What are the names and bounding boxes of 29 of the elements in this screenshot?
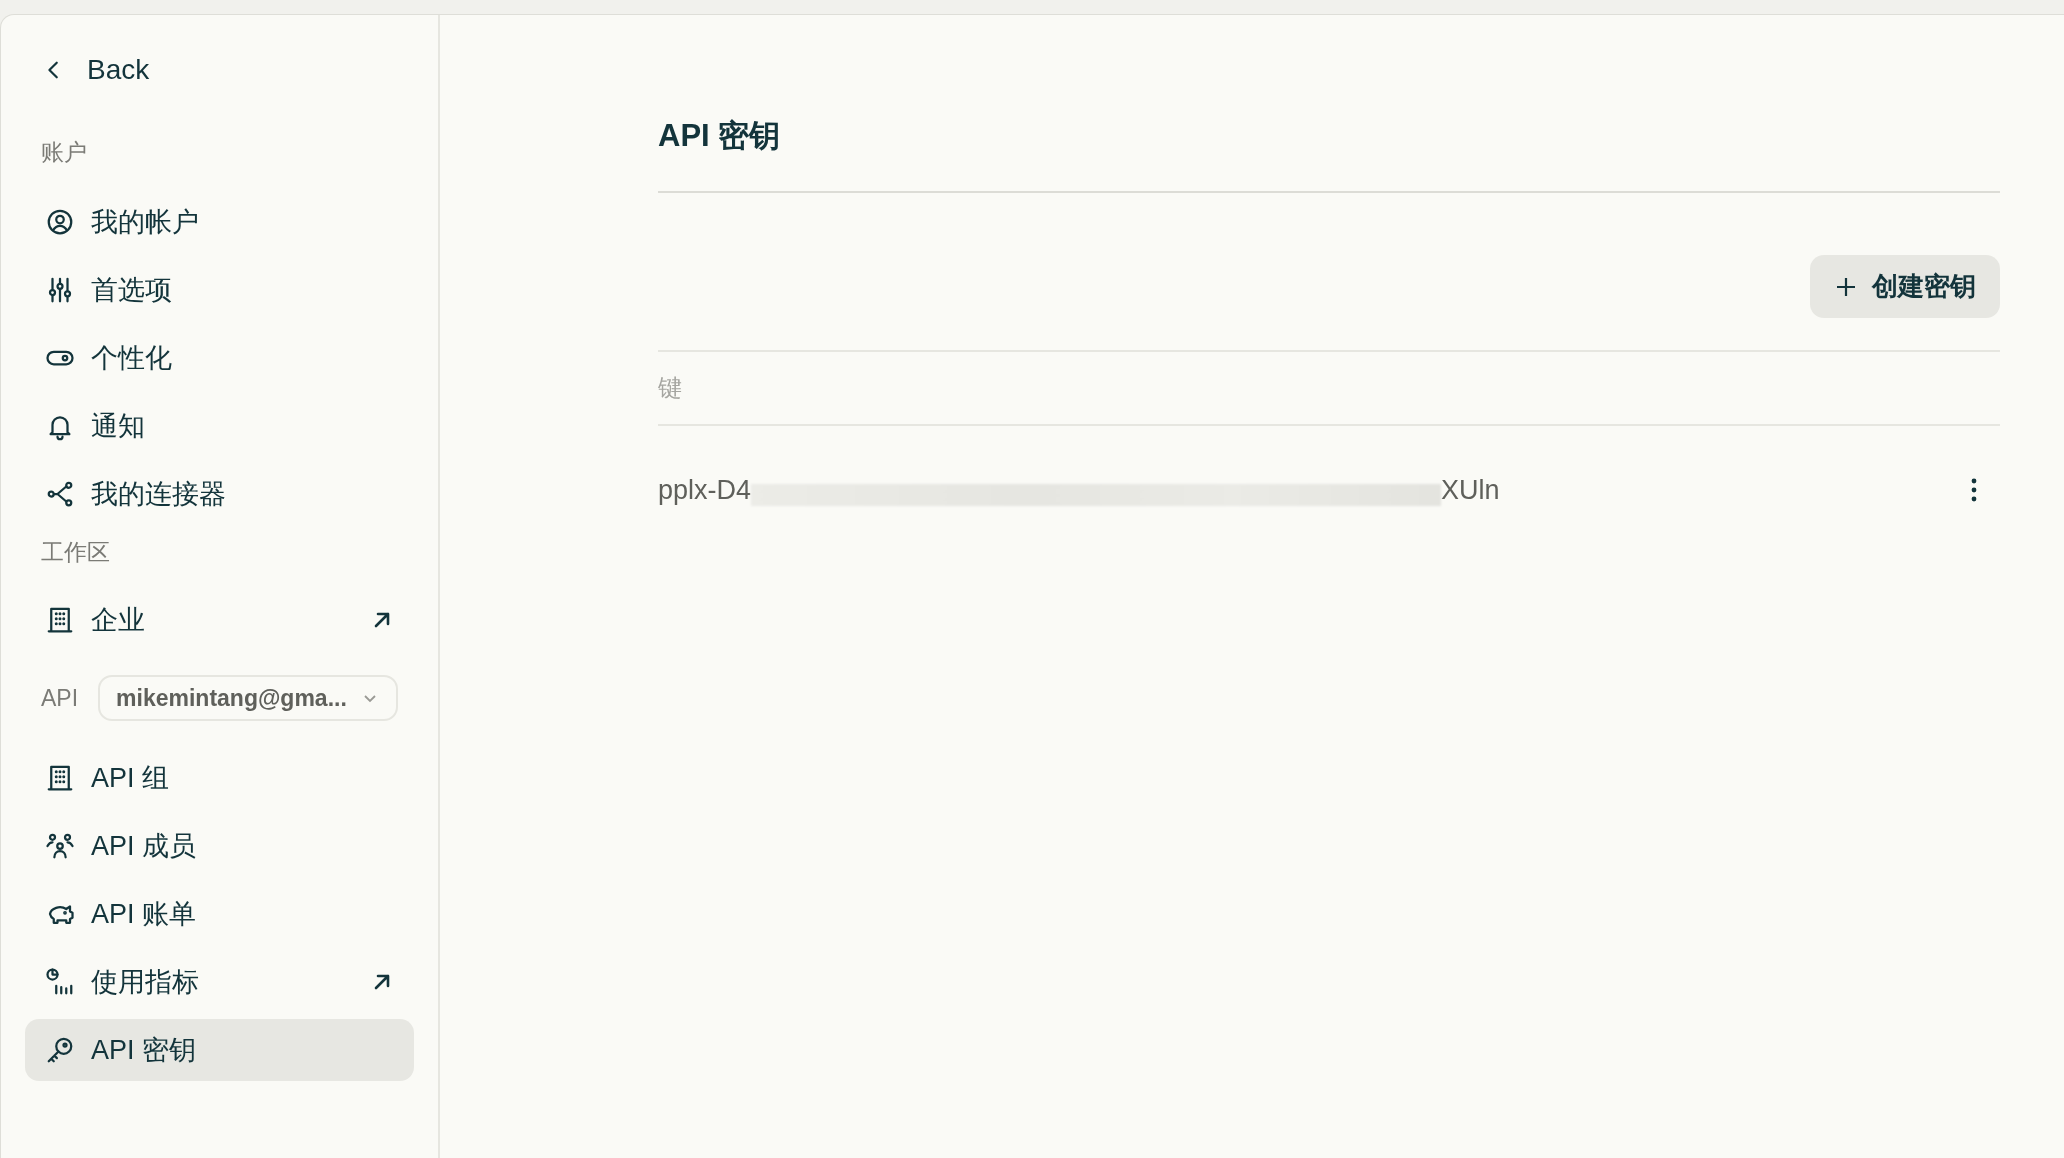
back-button[interactable]: Back <box>25 47 150 93</box>
sidebar-item[interactable]: 使用指标 <box>25 951 414 1013</box>
sidebar-item[interactable]: 我的帐户 <box>25 191 414 253</box>
sidebar-item[interactable]: API 账单 <box>25 883 414 945</box>
sidebar-item[interactable]: 企业 <box>25 589 414 651</box>
section-heading: 工作区 <box>40 538 110 567</box>
page-title: API 密钥 <box>658 117 781 155</box>
building-icon <box>45 763 75 793</box>
key-icon <box>45 1035 75 1065</box>
selector-label: API <box>41 684 79 712</box>
share-icon <box>45 479 75 509</box>
chart-icon <box>45 967 75 997</box>
section-heading: 账户 <box>40 138 87 167</box>
sidebar-item[interactable]: 我的连接器 <box>25 463 414 525</box>
sidebar-item[interactable]: API 密钥 <box>25 1019 414 1081</box>
users-icon <box>45 831 75 861</box>
sidebar-item[interactable]: 个性化 <box>25 327 414 389</box>
sidebar-item[interactable]: 通知 <box>25 395 414 457</box>
key-suffix: XUln <box>1441 474 1500 506</box>
user-icon <box>45 207 75 237</box>
column-header: 键 <box>658 373 682 403</box>
key-prefix: pplx-D4 <box>658 474 752 506</box>
building-icon <box>45 605 75 635</box>
sidebar-item[interactable]: API 成员 <box>25 815 414 877</box>
sidebar-item[interactable]: API 组 <box>25 747 414 809</box>
sidebar-item[interactable]: 首选项 <box>25 259 414 321</box>
account-dropdown[interactable]: mikemintang@gma... <box>98 675 399 721</box>
more-options-icon[interactable] <box>1970 477 1978 503</box>
create-key-button[interactable]: 创建密钥 <box>1810 255 2000 318</box>
